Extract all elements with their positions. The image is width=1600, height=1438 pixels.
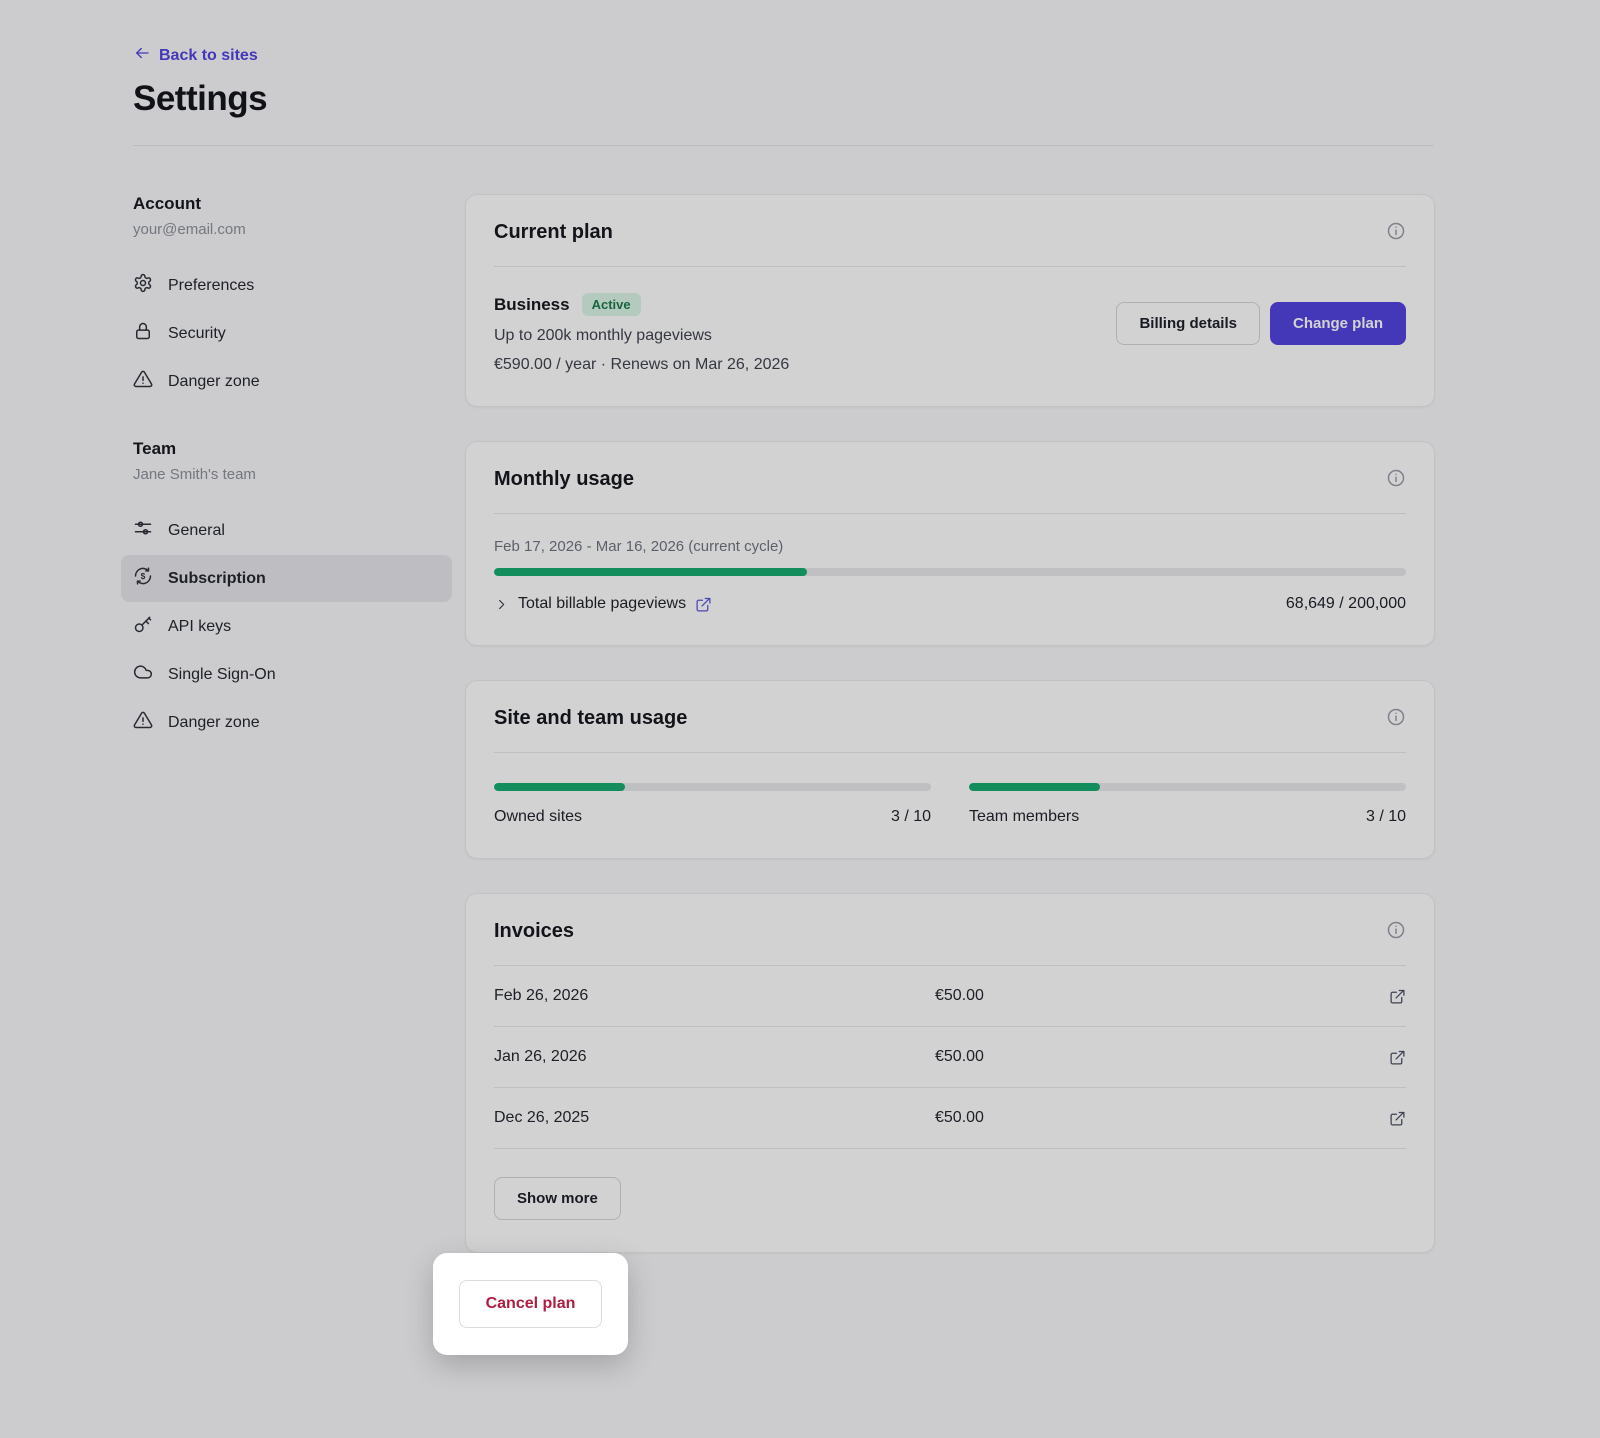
cancel-plan-button[interactable]: Cancel plan <box>459 1280 603 1328</box>
cancel-plan-spotlight: Cancel plan <box>433 1253 628 1355</box>
dim-overlay <box>0 0 1600 1438</box>
